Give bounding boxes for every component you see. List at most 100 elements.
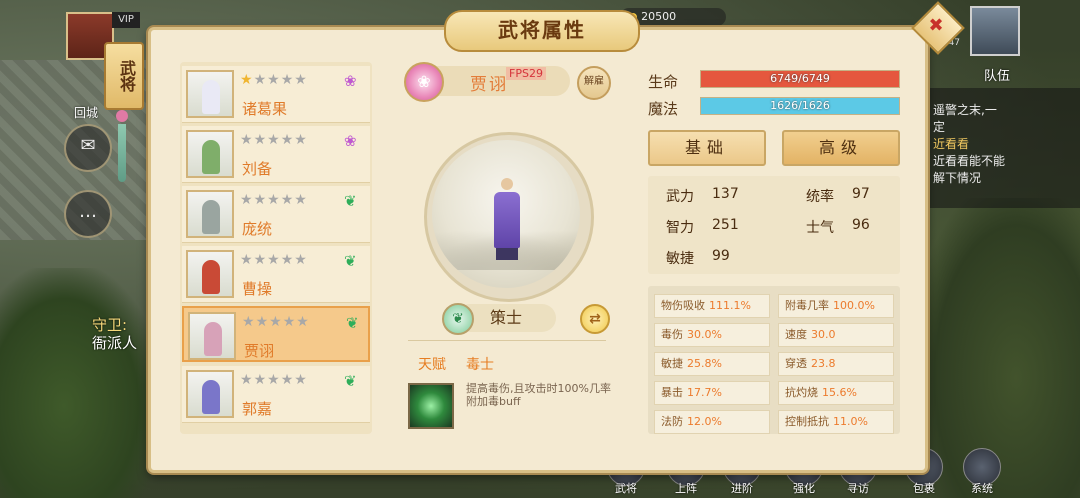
close-icon[interactable]: ✖	[919, 9, 953, 43]
hero-portrait	[188, 312, 236, 360]
stat-name: 敏捷	[666, 251, 694, 267]
star-icon: ★	[267, 132, 281, 148]
star-icon: ★	[240, 372, 254, 388]
star-icon: ★	[267, 72, 281, 88]
star-icon: ★	[294, 72, 308, 88]
star-icon: ★	[294, 192, 308, 208]
star-rating: ★★★★★	[240, 372, 308, 388]
hp-label: 生命	[648, 73, 679, 91]
stat-value: 111.1%	[709, 299, 751, 312]
star-icon: ★	[267, 252, 281, 268]
hero-row[interactable]: ★★★★★ 郭嘉 ❦	[182, 366, 370, 423]
tab-generals[interactable]: 武将	[104, 42, 144, 110]
quest-panel[interactable]: 遥警之末,一 定 近看看 近看看能不能 解下情况	[925, 88, 1080, 208]
star-icon: ★	[280, 372, 295, 388]
general-model[interactable]	[490, 178, 524, 264]
lotus-element-icon: ❀	[344, 72, 357, 90]
hero-name: 诸葛果	[242, 100, 288, 118]
mail-icon: ✉	[80, 135, 96, 156]
quest-highlight: 近看看	[933, 137, 970, 151]
star-icon: ★	[240, 192, 254, 208]
chat-button[interactable]: …	[64, 190, 112, 238]
stat-name: 士气	[806, 220, 834, 236]
star-icon: ★	[253, 372, 268, 388]
hero-row[interactable]: ★★★★★ 庞统 ❦	[182, 186, 370, 243]
stat-value: 30.0	[811, 328, 836, 341]
hero-row[interactable]: ★★★★★ 刘备 ❀	[182, 126, 370, 183]
team-avatar[interactable]	[970, 6, 1020, 56]
leaf-element-icon: ❦	[346, 314, 359, 332]
tassel-ornament	[116, 110, 128, 190]
talent-description: 提高毒伤,且攻击时100%几率附加毒buff	[466, 382, 611, 408]
advanced-stat: 物伤吸收 111.1%	[654, 294, 770, 318]
quest-line-3: 近看看能不能	[933, 154, 1006, 168]
star-icon: ★	[267, 372, 281, 388]
star-icon: ★	[294, 372, 308, 388]
stat-value: 30.0%	[687, 328, 722, 341]
stat-name: 敏捷	[661, 357, 683, 370]
hero-portrait	[186, 370, 234, 418]
advanced-stat: 抗灼烧 15.6%	[778, 381, 894, 405]
panel-title: 武将属性	[444, 10, 640, 52]
hero-list[interactable]: ★★★★★ 诸葛果 ❀ ★★★★★ 刘备 ❀ ★★★★★ 庞统 ❦ ★★★★★ 曹操 ❦ ★★★★★ 贾诩…	[180, 62, 372, 434]
star-icon: ★	[282, 314, 297, 330]
hp-bar: 6749/6749	[700, 70, 900, 88]
star-icon: ★	[253, 192, 268, 208]
star-icon: ★	[280, 132, 295, 148]
hp-value: 6749/6749	[770, 72, 830, 85]
star-icon: ★	[267, 192, 281, 208]
hero-portrait	[186, 130, 234, 178]
menu-system[interactable]: 系统	[960, 448, 1004, 498]
guard-subtitle: 衙派人	[92, 334, 138, 352]
advanced-stat: 速度 30.0	[778, 323, 894, 347]
advanced-stats[interactable]: 物伤吸收 111.1% 附毒几率 100.0% 毒伤 30.0% 速度 30.0 敏捷 25.8%…	[648, 286, 900, 434]
hero-name: 曹操	[242, 280, 273, 298]
hero-portrait	[186, 190, 234, 238]
hero-row[interactable]: ★★★★★ 贾诩 ❦	[182, 306, 370, 362]
stat-name: 附毒几率	[785, 299, 829, 312]
divider	[408, 340, 606, 341]
hero-row[interactable]: ★★★★★ 曹操 ❦	[182, 246, 370, 303]
team-label[interactable]: 队伍	[984, 65, 1010, 84]
hero-row[interactable]: ★★★★★ 诸葛果 ❀	[182, 66, 370, 123]
advanced-stat: 敏捷 25.8%	[654, 352, 770, 376]
fps-counter: FPS29	[506, 67, 546, 80]
stat-name: 武力	[666, 189, 694, 205]
mp-bar: 1626/1626	[700, 97, 900, 115]
stat-value: 137	[712, 186, 739, 202]
leaf-element-icon: ❦	[344, 252, 357, 270]
talent-name: 毒士	[466, 357, 494, 373]
stat-name: 速度	[785, 328, 807, 341]
stat-value: 11.0%	[833, 415, 868, 428]
advanced-stat: 法防 12.0%	[654, 410, 770, 434]
star-icon: ★	[240, 252, 254, 268]
swap-class-button[interactable]: ⇄	[580, 304, 610, 334]
advanced-stat: 附毒几率 100.0%	[778, 294, 894, 318]
tab-advanced[interactable]: 高级	[782, 130, 900, 166]
hero-portrait	[186, 250, 234, 298]
advanced-stat: 控制抵抗 11.0%	[778, 410, 894, 434]
mail-button[interactable]: ✉	[64, 124, 112, 172]
poison-talent-icon[interactable]	[408, 383, 454, 429]
star-icon: ★	[294, 252, 308, 268]
stat-name: 抗灼烧	[785, 386, 818, 399]
star-icon: ★	[296, 314, 310, 330]
advanced-stat: 暴击 17.7%	[654, 381, 770, 405]
hero-name: 贾诩	[470, 75, 508, 95]
dismiss-button[interactable]: 解雇	[577, 66, 611, 100]
mp-label: 魔法	[648, 100, 679, 118]
star-rating: ★★★★★	[240, 132, 308, 148]
basic-stats: 武力 137 统率 97 智力 251 士气 96 敏捷 99	[648, 176, 900, 274]
vip-badge: VIP	[112, 12, 140, 28]
lotus-element-icon: ❀	[404, 62, 444, 102]
guard-npc-text: 守卫: 衙派人	[92, 316, 137, 352]
star-icon: ★	[255, 314, 270, 330]
stat-value: 251	[712, 217, 739, 233]
stat-value: 100.0%	[833, 299, 875, 312]
advanced-stat: 穿透 23.8	[778, 352, 894, 376]
return-city-label[interactable]: 回城	[74, 104, 98, 121]
star-rating: ★★★★★	[240, 192, 308, 208]
stat-value: 97	[852, 186, 870, 202]
tab-basic[interactable]: 基础	[648, 130, 766, 166]
star-icon: ★	[269, 314, 283, 330]
